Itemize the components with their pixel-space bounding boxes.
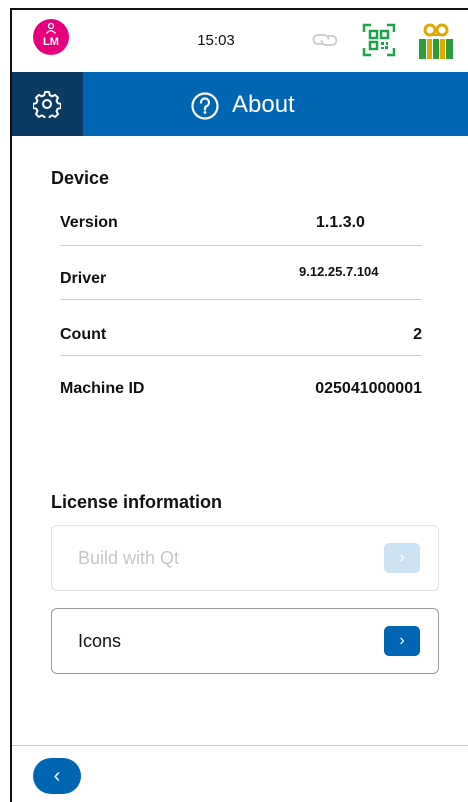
clock: 15:03 — [197, 32, 235, 49]
gear-icon — [33, 91, 61, 118]
back-button[interactable]: ‹ — [33, 758, 81, 794]
license-item-label: Icons — [78, 631, 122, 651]
question-circle-icon — [191, 92, 219, 120]
info-value-version: 1.1.3.0 — [316, 214, 365, 231]
title-bar: About — [12, 72, 468, 136]
status-bar: LM 15:03 — [12, 10, 468, 72]
info-row-machine-id: Machine ID 025041000001 — [60, 356, 422, 406]
info-label: Driver — [60, 270, 107, 287]
page-title: About — [232, 91, 295, 118]
license-item-label: Build with Qt — [78, 548, 180, 568]
device-section-title: Device — [51, 168, 110, 188]
info-value-machine-id: 025041000001 — [315, 380, 422, 397]
info-value-driver: 9.12.25.7.104 — [299, 264, 379, 279]
avatar-initials: LM — [43, 36, 59, 48]
license-section-title: License information — [51, 492, 223, 512]
info-label: Count — [60, 326, 107, 343]
chevron-left-icon: ‹ — [53, 765, 61, 787]
info-row-version: Version 1.1.3.0 — [60, 192, 422, 246]
chevron-right-icon[interactable]: › — [384, 543, 420, 573]
info-label: Version — [60, 214, 118, 231]
user-avatar[interactable]: LM — [33, 19, 69, 55]
settings-button[interactable] — [12, 72, 83, 136]
license-item-icons[interactable]: Icons › — [51, 608, 439, 674]
link-icon — [312, 30, 338, 50]
info-value-count: 2 — [413, 326, 422, 343]
info-row-count: Count 2 — [60, 302, 422, 356]
license-item-build-with-qt[interactable]: Build with Qt › — [51, 525, 439, 591]
info-label: Machine ID — [60, 380, 145, 397]
chevron-right-icon[interactable]: › — [384, 626, 420, 656]
row-divider — [60, 299, 422, 300]
info-row-driver: Driver 9.12.25.7.104 — [60, 246, 422, 300]
person-icon — [33, 22, 69, 37]
footer-divider — [12, 745, 468, 746]
voucher-gift-icon[interactable] — [417, 23, 455, 59]
qr-code-icon[interactable] — [362, 23, 396, 57]
